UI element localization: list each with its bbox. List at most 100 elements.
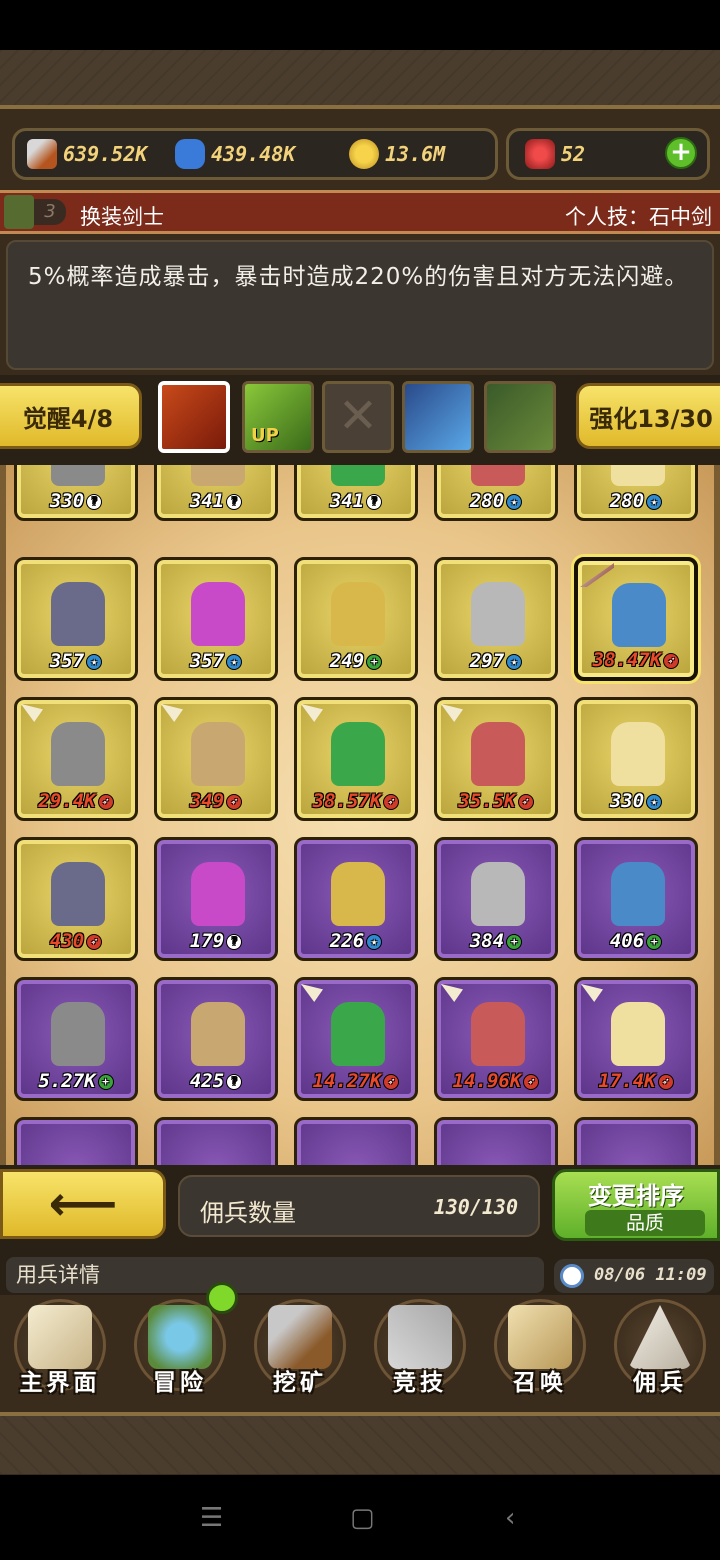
add-gems-button[interactable]: + xyxy=(665,137,697,169)
mercenary-portrait-icon xyxy=(191,1002,245,1066)
power-value: 430 xyxy=(49,930,85,952)
power-value: 330 xyxy=(49,490,85,512)
class-badge-icon: ? xyxy=(226,493,243,510)
status-bar xyxy=(0,0,720,50)
mercenary-card[interactable]: 357 ★ xyxy=(14,557,138,681)
mercenary-card[interactable]: 349 ➶ xyxy=(154,697,278,821)
mercenary-card[interactable] xyxy=(434,1117,558,1165)
equipment-slot-sword-selected[interactable] xyxy=(158,381,230,453)
exp-resource: 439.48K xyxy=(175,131,295,177)
mercenary-card[interactable]: 179? xyxy=(154,837,278,961)
equipment-slot-empty[interactable]: ✕ xyxy=(322,381,394,453)
mercenary-portrait-icon xyxy=(471,582,525,646)
mercenary-portrait-icon xyxy=(612,583,666,647)
mercenary-power: 5.27K + xyxy=(17,1070,135,1092)
mercenary-card[interactable]: 38.57K ➶ xyxy=(294,697,418,821)
nav-main-label: 主界面 xyxy=(19,1370,101,1396)
flag-icon xyxy=(161,704,183,722)
class-badge-icon: ★ xyxy=(366,933,383,950)
attack-resource: 639.52K xyxy=(27,131,147,177)
skill-icon xyxy=(4,195,34,229)
class-badge-icon: ★ xyxy=(86,653,103,670)
count-label: 佣兵数量 xyxy=(200,1199,296,1227)
back-chevron-icon[interactable]: ‹ xyxy=(505,1503,515,1533)
mercenary-card[interactable]: 330 ★ xyxy=(574,697,698,821)
equipment-slot-upgrade[interactable]: UP xyxy=(242,381,314,453)
mercenary-power: 35.5K ➶ xyxy=(437,790,555,812)
mercenary-card[interactable]: 280 ★ xyxy=(434,465,558,521)
mercenary-portrait-icon xyxy=(331,722,385,786)
menu-icon[interactable]: ☰ xyxy=(200,1503,223,1533)
mercenary-card[interactable]: 330? xyxy=(14,465,138,521)
mercenary-card[interactable]: 14.96K ➶ xyxy=(434,977,558,1101)
class-badge-icon: ➶ xyxy=(97,793,114,810)
mercenary-power: 425? xyxy=(157,1070,275,1092)
enhance-button[interactable]: 强化13/30 xyxy=(576,383,720,449)
mercenary-card[interactable]: 38.47K ➶ xyxy=(574,557,698,681)
bottom-nav: 主界面 冒险 挖矿 竞技 召唤 佣兵 xyxy=(0,1295,720,1410)
mercenary-card[interactable]: 341? xyxy=(154,465,278,521)
mercenary-card[interactable]: 5.27K + xyxy=(14,977,138,1101)
mercenary-card[interactable]: 35.5K ➶ xyxy=(434,697,558,821)
mercenary-card[interactable] xyxy=(14,1117,138,1165)
mercenary-power: 297 ★ xyxy=(437,650,555,672)
mercenary-power: 341? xyxy=(297,490,415,512)
nav-mercenary[interactable]: 佣兵 xyxy=(600,1295,720,1405)
mercenary-card[interactable] xyxy=(294,1117,418,1165)
power-value: 5.27K xyxy=(38,1070,96,1092)
power-value: 226 xyxy=(329,930,365,952)
mercenary-card[interactable]: 430 ➶ xyxy=(14,837,138,961)
power-value: 14.96K xyxy=(452,1070,522,1092)
power-value: 280 xyxy=(469,490,505,512)
mercenary-card[interactable]: 341? xyxy=(294,465,418,521)
mercenary-card[interactable]: 406 + xyxy=(574,837,698,961)
mercenary-card[interactable]: 357 ★ xyxy=(154,557,278,681)
equipment-slot-blade[interactable] xyxy=(402,381,474,453)
mercenary-power: 330? xyxy=(17,490,135,512)
mercenary-portrait-icon xyxy=(611,1002,665,1066)
nav-main[interactable]: 主界面 xyxy=(0,1295,120,1405)
equipment-slot-scroll[interactable] xyxy=(484,381,556,453)
nav-summon[interactable]: 召唤 xyxy=(480,1295,600,1405)
nav-mining[interactable]: 挖矿 xyxy=(240,1295,360,1405)
awaken-button[interactable]: 觉醒4/8 xyxy=(0,383,142,449)
attack-value: 639.52K xyxy=(63,142,148,166)
mercenary-portrait-icon xyxy=(331,582,385,646)
power-value: 406 xyxy=(609,930,645,952)
class-badge-icon: + xyxy=(506,933,523,950)
mercenary-portrait-icon xyxy=(191,722,245,786)
mercenary-card[interactable]: 297 ★ xyxy=(434,557,558,681)
mercenary-portrait-icon xyxy=(51,862,105,926)
home-square-icon[interactable]: ▢ xyxy=(350,1503,375,1533)
sort-mode: 品质 xyxy=(585,1210,705,1236)
mercenary-card[interactable] xyxy=(154,1117,278,1165)
mercenary-power: 341? xyxy=(157,490,275,512)
mercenary-card[interactable]: 226 ★ xyxy=(294,837,418,961)
mercenary-card[interactable]: 17.4K ➶ xyxy=(574,977,698,1101)
back-button[interactable]: ⟵ xyxy=(0,1169,166,1239)
nav-arena[interactable]: 竞技 xyxy=(360,1295,480,1405)
island-icon xyxy=(148,1305,212,1369)
mercenary-portrait-icon xyxy=(331,862,385,926)
class-badge-icon: ➶ xyxy=(226,793,243,810)
mercenary-card[interactable]: 249 + xyxy=(294,557,418,681)
sort-label: 变更排序 xyxy=(588,1182,684,1210)
personal-skill: 个人技：石中剑 xyxy=(565,205,712,229)
mercenary-portrait-icon xyxy=(471,862,525,926)
detail-ticker[interactable]: 用兵详情 xyxy=(6,1257,544,1293)
power-value: 38.57K xyxy=(312,790,382,812)
mercenary-card[interactable]: 425? xyxy=(154,977,278,1101)
count-value: 130/130 xyxy=(433,1195,518,1219)
mercenary-power: 29.4K ➶ xyxy=(17,790,135,812)
mercenary-card[interactable]: 14.27K ➶ xyxy=(294,977,418,1101)
pickaxe-icon xyxy=(268,1305,332,1369)
mercenary-card[interactable] xyxy=(574,1117,698,1165)
mercenary-card[interactable]: 29.4K ➶ xyxy=(14,697,138,821)
sort-button[interactable]: 变更排序 品质 xyxy=(552,1169,720,1241)
flag-icon xyxy=(301,984,323,1002)
count-row: ⟵ 佣兵数量 130/130 变更排序 品质 xyxy=(0,1165,720,1247)
mercenary-card[interactable]: 280 ★ xyxy=(574,465,698,521)
mercenary-power: 357 ★ xyxy=(157,650,275,672)
mercenary-power: 330 ★ xyxy=(577,790,695,812)
mercenary-card[interactable]: 384 + xyxy=(434,837,558,961)
